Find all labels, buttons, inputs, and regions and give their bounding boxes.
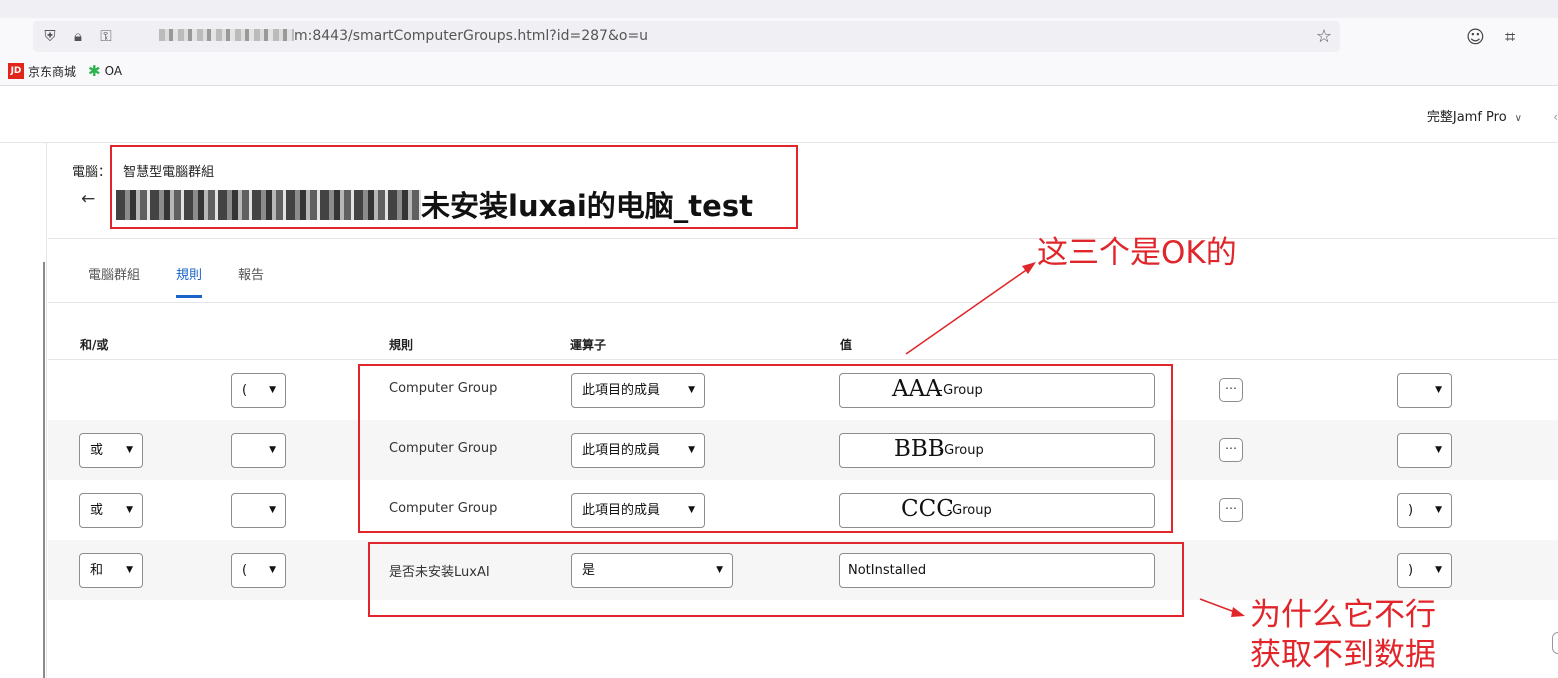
caret-down-icon: ▼ — [269, 385, 276, 395]
environment-select[interactable]: 完整Jamf Pro ∨ — [1427, 106, 1522, 125]
page-title: 未安装luxai的电脑_test — [116, 183, 753, 225]
edge-indicator: ‹ — [1553, 110, 1558, 124]
open-paren-select[interactable]: ▼ — [231, 493, 286, 528]
arrowhead — [1022, 262, 1036, 274]
open-paren-select[interactable]: (▼ — [231, 553, 286, 588]
annotation-why-line1: 为什么它不行 — [1250, 597, 1436, 633]
caret-down-icon: ▼ — [269, 505, 276, 515]
caret-down-icon: ▼ — [716, 565, 723, 575]
rule-criteria: Computer Group — [389, 381, 498, 396]
chevron-down-icon: ∨ — [1514, 113, 1522, 124]
caret-down-icon: ▼ — [1435, 385, 1442, 395]
table-row: 或 ▼ ▼ Computer Group 此項目的成員 ▼ BBB -Group ⋯ … — [48, 420, 1558, 480]
more-options-button[interactable]: ⋯ — [1219, 378, 1243, 402]
browser-toolbar: ⛨ 🔒︎ ⚿ m:8443/smartComputerGroups.html?i… — [0, 0, 1558, 86]
shield-icon[interactable]: ⛨ — [41, 27, 59, 45]
browser-tabstrip — [0, 0, 1558, 18]
close-paren-select[interactable]: ▼ — [1397, 373, 1452, 408]
open-paren-select[interactable]: (▼ — [231, 373, 286, 408]
caret-down-icon: ▼ — [688, 445, 695, 455]
address-bar[interactable]: ⛨ 🔒︎ ⚿ m:8443/smartComputerGroups.html?i… — [33, 21, 1340, 52]
caret-down-icon: ▼ — [126, 565, 133, 575]
sidebar-scroll-line — [43, 262, 45, 678]
more-options-button[interactable]: ⋯ — [1219, 498, 1243, 522]
annotation-ok-note: 这三个是OK的 — [1037, 235, 1237, 271]
bookmark-star-icon[interactable]: ☆ — [1316, 26, 1332, 47]
value-input[interactable]: CCC -Group — [839, 493, 1155, 528]
table-row: (▼ Computer Group 此項目的成員 ▼ AAA -Group ⋯ ▼ — [48, 360, 1558, 420]
bookmark-oa[interactable]: OA — [105, 64, 122, 78]
title-redacted — [116, 190, 421, 220]
header-and-or: 和/或 — [80, 338, 109, 352]
url-text[interactable]: m:8443/smartComputerGroups.html?id=287&o… — [159, 28, 648, 44]
header-value: 值 — [840, 338, 853, 352]
and-or-select[interactable]: 或 ▼ — [79, 493, 143, 528]
bookmarks-bar: JD 京东商城 ✱ OA — [8, 62, 122, 80]
arrowhead — [1231, 607, 1245, 617]
page-header: 電腦： 智慧型電腦群組 ← 未安装luxai的电脑_test — [48, 143, 1558, 239]
caret-down-icon: ▼ — [688, 505, 695, 515]
value-input[interactable]: AAA -Group — [839, 373, 1155, 408]
open-paren-select[interactable]: ▼ — [231, 433, 286, 468]
table-row: 或 ▼ ▼ Computer Group 此項目的成員 ▼ CCC -Group ⋯ … — [48, 480, 1558, 540]
annotation-why-line2: 获取不到数据 — [1250, 637, 1436, 673]
close-paren-select[interactable]: ) ▼ — [1397, 553, 1452, 588]
operator-select[interactable]: 此項目的成員 ▼ — [571, 373, 705, 408]
key-icon[interactable]: ⚿ — [97, 27, 115, 45]
tabs-divider — [48, 302, 1558, 303]
tab-reports[interactable]: 報告 — [238, 264, 264, 298]
caret-down-icon: ▼ — [688, 385, 695, 395]
arrow-to-why-note — [1199, 598, 1241, 615]
rule-criteria: Computer Group — [389, 441, 498, 456]
breadcrumb: 電腦： 智慧型電腦群組 — [72, 161, 214, 180]
lock-icon[interactable]: 🔒︎ — [69, 27, 87, 45]
breadcrumb-root[interactable]: 電腦： — [72, 165, 111, 180]
value-input[interactable]: NotInstalled — [839, 553, 1155, 588]
bookmark-jd[interactable]: 京东商城 — [28, 63, 76, 80]
rules-table-header: 和/或 規則 運算子 值 — [48, 328, 1558, 360]
operator-select[interactable]: 此項目的成員 ▼ — [571, 433, 705, 468]
rule-criteria: 是否未安装LuxAI — [389, 565, 490, 580]
table-row: 和 ▼ (▼ 是否未安装LuxAI 是 ▼ NotInstalled ) ▼ — [48, 540, 1558, 600]
oa-gear-icon: ✱ — [88, 62, 101, 80]
value-input[interactable]: BBB -Group — [839, 433, 1155, 468]
caret-down-icon: ▼ — [1435, 505, 1442, 515]
and-or-select[interactable]: 和 ▼ — [79, 553, 143, 588]
header-operator: 運算子 — [570, 338, 607, 352]
tab-bar: 電腦群組 規則 報告 — [88, 264, 300, 298]
scroll-edge-indicator — [1552, 632, 1558, 654]
url-redacted — [159, 29, 294, 41]
caret-down-icon: ▼ — [126, 445, 133, 455]
operator-select[interactable]: 此項目的成員 ▼ — [571, 493, 705, 528]
header-rule: 規則 — [389, 338, 414, 352]
breadcrumb-current: 智慧型電腦群組 — [123, 165, 215, 180]
caret-down-icon: ▼ — [269, 565, 276, 575]
close-paren-select[interactable]: ▼ — [1397, 433, 1452, 468]
more-options-button[interactable]: ⋯ — [1219, 438, 1243, 462]
caret-down-icon: ▼ — [269, 445, 276, 455]
caret-down-icon: ▼ — [126, 505, 133, 515]
caret-down-icon: ▼ — [1435, 445, 1442, 455]
and-or-select[interactable]: 或 ▼ — [79, 433, 143, 468]
tab-rules[interactable]: 規則 — [176, 264, 203, 298]
rule-criteria: Computer Group — [389, 501, 498, 516]
close-paren-select[interactable]: ) ▼ — [1397, 493, 1452, 528]
screenshot-crop-icon[interactable]: ⌗ — [1505, 27, 1515, 48]
tab-computer-groups[interactable]: 電腦群組 — [88, 264, 140, 298]
operator-select[interactable]: 是 ▼ — [571, 553, 733, 588]
account-icon[interactable]: ☺ — [1466, 27, 1485, 48]
jd-icon: JD — [8, 63, 24, 79]
back-arrow-icon[interactable]: ← — [81, 189, 95, 209]
app-header: 完整Jamf Pro ∨ ‹ — [0, 86, 1558, 143]
left-sidebar — [0, 143, 47, 678]
caret-down-icon: ▼ — [1435, 565, 1442, 575]
